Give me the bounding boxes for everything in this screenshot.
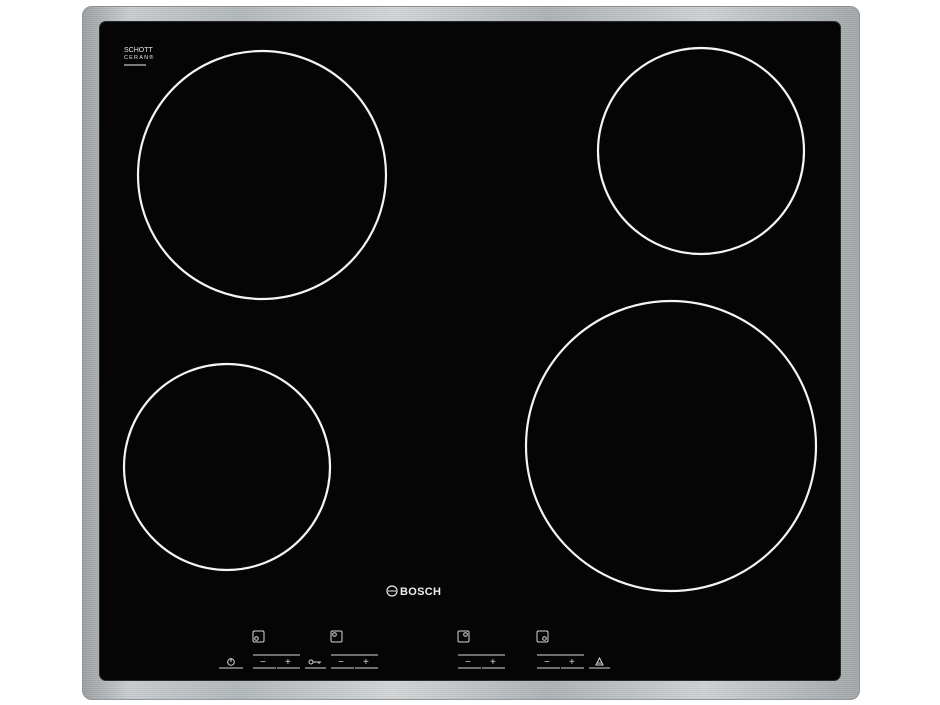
zone-rear-left-icon bbox=[252, 630, 265, 643]
plus-label: + bbox=[363, 657, 369, 668]
power-button[interactable] bbox=[219, 658, 243, 669]
residual-heat-icon bbox=[595, 656, 604, 666]
child-lock-button[interactable] bbox=[305, 659, 326, 669]
ceran-text: CERAN® bbox=[124, 54, 155, 61]
schott-ceran-mark: SCHOTT CERAN® bbox=[124, 47, 155, 66]
burner-front-right bbox=[524, 299, 818, 593]
plus-label: + bbox=[569, 657, 575, 668]
minus-label: − bbox=[260, 657, 266, 668]
zone-front-right-icon bbox=[457, 630, 470, 643]
burner-rear-right bbox=[596, 46, 806, 256]
minus-label: − bbox=[338, 657, 344, 668]
zone-front-left-plus-button[interactable]: + bbox=[355, 657, 378, 669]
zone-rear-right-icon bbox=[536, 630, 549, 643]
fine-print-mark bbox=[124, 64, 146, 66]
plus-label: + bbox=[285, 657, 291, 668]
zone-rear-right-plus-button[interactable]: + bbox=[561, 657, 584, 669]
zone-rear-right-minus-button[interactable]: − bbox=[537, 657, 560, 669]
bosch-wordmark: BOSCH bbox=[400, 586, 441, 598]
zone-front-left-icon bbox=[330, 630, 343, 643]
zone-front-right-plus-button[interactable]: + bbox=[482, 657, 505, 669]
minus-label: − bbox=[544, 657, 550, 668]
burner-front-left bbox=[122, 362, 332, 572]
zone-front-left-minus-button[interactable]: − bbox=[331, 657, 354, 669]
zone-rear-left-minus-button[interactable]: − bbox=[253, 657, 276, 669]
bosch-logo: BOSCH bbox=[386, 585, 441, 598]
burner-rear-left bbox=[136, 49, 388, 301]
zone-front-right-minus-button[interactable]: − bbox=[458, 657, 481, 669]
cooktop-markings: SCHOTT CERAN® BOSCH − + − + − + − + bbox=[122, 46, 818, 669]
residual-heat-button[interactable] bbox=[589, 656, 610, 669]
minus-label: − bbox=[465, 657, 471, 668]
zone-rear-left-plus-button[interactable]: + bbox=[277, 657, 300, 669]
plus-label: + bbox=[490, 657, 496, 668]
lock-icon bbox=[308, 659, 321, 665]
schott-text: SCHOTT bbox=[124, 47, 154, 54]
